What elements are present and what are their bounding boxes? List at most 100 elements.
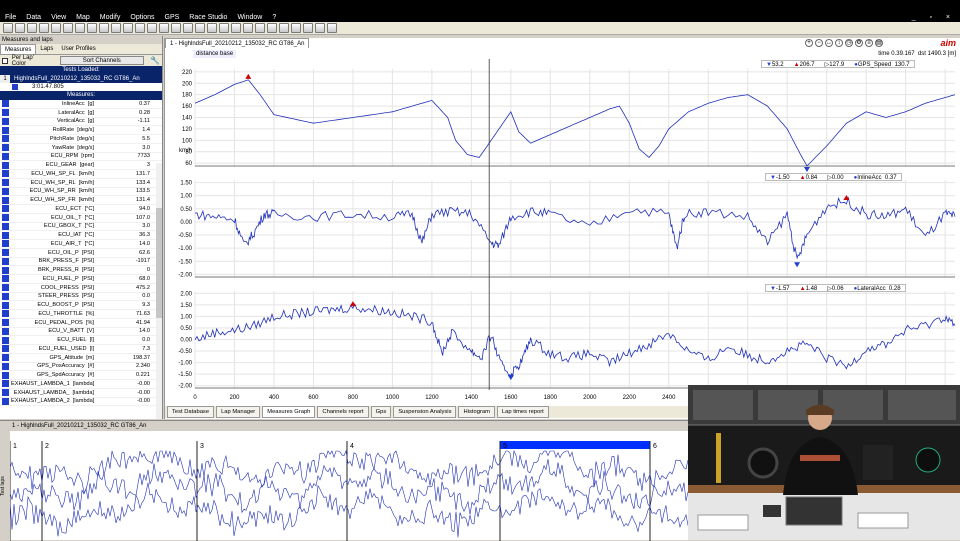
lap-number[interactable]: 2 bbox=[45, 443, 49, 450]
channel-color-swatch[interactable] bbox=[2, 179, 9, 187]
measure-row[interactable]: EXHAUST_LAMBDA_1 [lambda] -0.00 bbox=[0, 380, 162, 389]
toolbar-button-icon[interactable] bbox=[171, 23, 181, 33]
toolbar-button-icon[interactable] bbox=[195, 23, 205, 33]
toolbar-button-icon[interactable] bbox=[87, 23, 97, 33]
measure-row[interactable]: EXHAUST_LAMBDA_ [lambda] -0.00 bbox=[0, 389, 162, 398]
menu-item[interactable]: Data bbox=[21, 14, 46, 22]
measure-row[interactable]: EXHAUST_LAMBDA_2 [lambda] -0.00 bbox=[0, 397, 162, 407]
channel-color-swatch[interactable] bbox=[2, 205, 9, 213]
channel-color-swatch[interactable] bbox=[2, 196, 9, 204]
measure-row[interactable]: ECU_FUEL_USED [l] 7.3 bbox=[0, 345, 162, 354]
channel-color-swatch[interactable] bbox=[2, 380, 9, 388]
view-tab[interactable]: Measures Graph bbox=[262, 406, 316, 418]
channel-color-swatch[interactable] bbox=[2, 152, 9, 160]
scrollbar-thumb[interactable] bbox=[156, 208, 162, 318]
channel-color-swatch[interactable] bbox=[2, 362, 9, 370]
toolbar-button-icon[interactable] bbox=[255, 23, 265, 33]
selected-lap-bar[interactable] bbox=[500, 441, 650, 449]
measure-row[interactable]: ECU_OIL_T [°C] 107.0 bbox=[0, 214, 162, 223]
channel-color-swatch[interactable] bbox=[2, 135, 9, 143]
channel-color-swatch[interactable] bbox=[2, 214, 9, 222]
measure-row[interactable]: ECU_OIL_P [PSI] 62.6 bbox=[0, 249, 162, 258]
channel-color-swatch[interactable] bbox=[2, 231, 9, 239]
split-icon[interactable]: ▤ bbox=[875, 39, 883, 47]
measure-row[interactable]: ECU_BOOST_P [PSI] 9.3 bbox=[0, 301, 162, 310]
menu-item[interactable]: File bbox=[0, 14, 21, 22]
toolbar-button-icon[interactable] bbox=[123, 23, 133, 33]
measure-row[interactable]: ECU_PEDAL_POS [%] 41.94 bbox=[0, 319, 162, 328]
menu-item[interactable]: Race Studio bbox=[184, 14, 232, 22]
graph-test-tab[interactable]: 1 - HighlndsFull_20210212_135032_RC GT86… bbox=[165, 38, 310, 48]
channel-color-swatch[interactable] bbox=[2, 249, 9, 257]
toolbar-button-icon[interactable] bbox=[147, 23, 157, 33]
channel-color-swatch[interactable] bbox=[2, 397, 9, 405]
channel-color-swatch[interactable] bbox=[2, 100, 9, 108]
toolbar-button-icon[interactable] bbox=[75, 23, 85, 33]
view-tab[interactable]: Test Database bbox=[167, 406, 215, 418]
channel-color-swatch[interactable] bbox=[2, 144, 9, 152]
view-tab[interactable]: Lap Manager bbox=[216, 406, 261, 418]
toolbar-button-icon[interactable] bbox=[327, 23, 337, 33]
channel-color-swatch[interactable] bbox=[2, 257, 9, 265]
per-lap-color-checkbox[interactable] bbox=[2, 57, 8, 64]
channel-color-swatch[interactable] bbox=[2, 117, 9, 125]
toolbar-button-icon[interactable] bbox=[51, 23, 61, 33]
toolbar-button-icon[interactable] bbox=[99, 23, 109, 33]
measure-row[interactable]: ECU_IAT [°C] 36.3 bbox=[0, 231, 162, 240]
clock-icon[interactable]: ◷ bbox=[845, 39, 853, 47]
measure-row[interactable]: ECU_V_BATT [V] 14.0 bbox=[0, 327, 162, 337]
channel-color-swatch[interactable] bbox=[2, 161, 9, 169]
toolbar-button-icon[interactable] bbox=[159, 23, 169, 33]
tab-laps[interactable]: Laps bbox=[36, 44, 57, 54]
zoom-out-icon[interactable]: − bbox=[815, 39, 823, 47]
toolbar-button-icon[interactable] bbox=[291, 23, 301, 33]
measure-row[interactable]: STEER_PRESS [PSI] 0.0 bbox=[0, 292, 162, 302]
lap-selector[interactable]: 3:01.47.805 bbox=[0, 83, 162, 91]
zoom-y-icon[interactable]: ↕ bbox=[835, 39, 843, 47]
measure-row[interactable]: ECU_ECT [°C] 94.0 bbox=[0, 205, 162, 214]
channel-color-swatch[interactable] bbox=[2, 354, 9, 362]
measure-row[interactable]: COOL_PRESS [PSI] 475.2 bbox=[0, 284, 162, 293]
measure-row[interactable]: GPS_PosAccuracy [#] 2.340 bbox=[0, 362, 162, 372]
lap-number[interactable]: 3 bbox=[200, 443, 204, 450]
toolbar-button-icon[interactable] bbox=[207, 23, 217, 33]
toolbar-button-icon[interactable] bbox=[183, 23, 193, 33]
measure-row[interactable]: LateralAcc [g] 0.28 bbox=[0, 109, 162, 118]
view-tab[interactable]: Histogram bbox=[458, 406, 495, 418]
lap-number[interactable]: 4 bbox=[350, 443, 354, 450]
channel-color-swatch[interactable] bbox=[2, 319, 9, 327]
channel-color-swatch[interactable] bbox=[2, 292, 9, 300]
measure-row[interactable]: ECU_WH_SP_RR [km/h] 133.5 bbox=[0, 187, 162, 197]
channel-color-swatch[interactable] bbox=[2, 327, 9, 335]
measure-row[interactable]: RollRate [deg/s] 1.4 bbox=[0, 126, 162, 135]
measure-row[interactable]: GPS_Altitude [m] 198.37 bbox=[0, 354, 162, 363]
toolbar-button-icon[interactable] bbox=[3, 23, 13, 33]
measure-row[interactable]: ECU_THROTTLE [%] 71.63 bbox=[0, 310, 162, 319]
toolbar-button-icon[interactable] bbox=[303, 23, 313, 33]
zoom-fit-icon[interactable]: ↔ bbox=[825, 39, 833, 47]
channel-color-swatch[interactable] bbox=[2, 275, 9, 283]
measure-row[interactable]: BRK_PRESS_F [PSI] -1917 bbox=[0, 257, 162, 267]
measure-row[interactable]: ECU_FUEL_P [PSI] 68.0 bbox=[0, 275, 162, 284]
channel-color-swatch[interactable] bbox=[2, 222, 9, 230]
measure-row[interactable]: ECU_WH_SP_RL [km/h] 133.4 bbox=[0, 179, 162, 188]
zoom-in-icon[interactable]: + bbox=[805, 39, 813, 47]
toolbar-button-icon[interactable] bbox=[63, 23, 73, 33]
channel-color-swatch[interactable] bbox=[2, 187, 9, 195]
plots-area[interactable]: 220 200 180 160 140 120 100 80 60 1.50 1.00 0.50 0.0… bbox=[165, 59, 960, 404]
toolbar-button-icon[interactable] bbox=[279, 23, 289, 33]
channel-color-swatch[interactable] bbox=[2, 284, 9, 292]
menu-item[interactable]: GPS bbox=[160, 14, 185, 22]
measure-row[interactable]: ECU_RPM [rpm] 7733 bbox=[0, 152, 162, 162]
measure-row[interactable]: VerticalAcc [g] -1.11 bbox=[0, 117, 162, 127]
window-controls[interactable]: _ ▫ × bbox=[912, 14, 956, 21]
measure-row[interactable]: GPS_SpdAccuracy [#] 0.221 bbox=[0, 371, 162, 380]
toolbar-button-icon[interactable] bbox=[315, 23, 325, 33]
measure-row[interactable]: InlineAcc [g] 0.37 bbox=[0, 100, 162, 109]
view-tab[interactable]: Suspension Analysis bbox=[393, 406, 457, 418]
measure-row[interactable]: ECU_GEAR [gear] 3 bbox=[0, 161, 162, 170]
tab-measures[interactable]: Measures bbox=[0, 44, 37, 54]
measure-row[interactable]: PitchRate [deg/s] 5.5 bbox=[0, 135, 162, 144]
channel-color-swatch[interactable] bbox=[2, 240, 9, 248]
menu-item[interactable]: Window bbox=[232, 14, 267, 22]
